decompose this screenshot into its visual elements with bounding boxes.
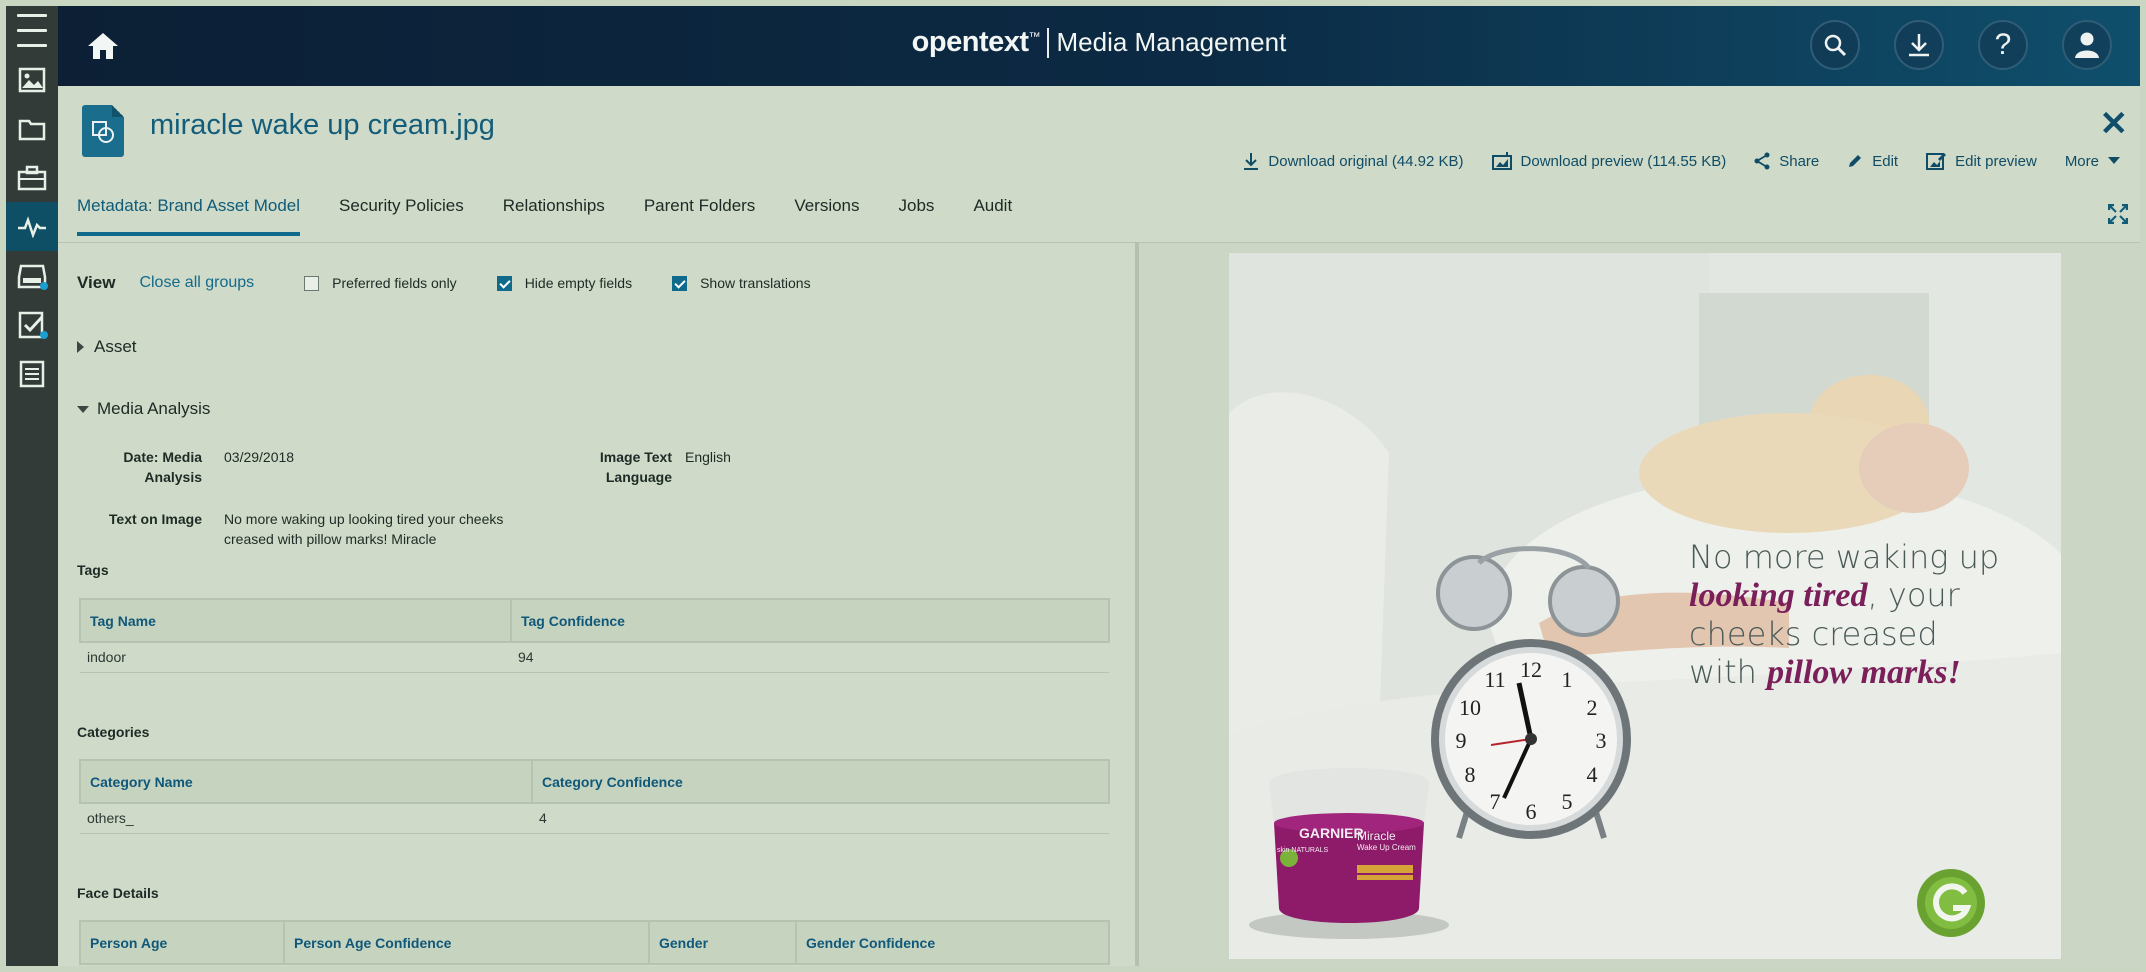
- jar-product-line2: Wake Up Cream: [1357, 843, 1416, 852]
- table-row: indoor 94: [80, 642, 1109, 673]
- ad-copy: No more waking up looking tired, your ch…: [1689, 538, 2000, 691]
- tab-jobs[interactable]: Jobs: [899, 196, 935, 236]
- svg-text:10: 10: [1459, 695, 1481, 720]
- column-header[interactable]: Tag Confidence: [510, 598, 1110, 643]
- svg-text:11: 11: [1484, 667, 1505, 692]
- tab-audit[interactable]: Audit: [973, 196, 1012, 236]
- download-icon: [1244, 153, 1259, 170]
- tab-security-policies[interactable]: Security Policies: [339, 196, 464, 236]
- preview-panel: 12 1 2 345 678 9 10 11 GARNIER skin NATU…: [1139, 242, 2140, 966]
- app-window: opentext™ Media Management ? miracle wake…: [6, 6, 2140, 966]
- download-original-button[interactable]: Download original (44.92 KB): [1243, 152, 1464, 170]
- field-value-language: English: [685, 449, 731, 465]
- svg-text:8: 8: [1465, 762, 1476, 787]
- download-icon[interactable]: [1894, 20, 1944, 70]
- field-label-language: Image Text Language: [599, 449, 672, 485]
- folder-icon[interactable]: [6, 104, 58, 153]
- list-icon[interactable]: [6, 349, 58, 398]
- svg-text:5: 5: [1562, 789, 1573, 814]
- svg-text:4: 4: [1587, 762, 1598, 787]
- face-details-title: Face Details: [77, 885, 159, 901]
- column-header[interactable]: Category Confidence: [531, 759, 1110, 804]
- asset-actions: Download original (44.92 KB) Download pr…: [1243, 152, 2120, 170]
- hide-empty-fields-checkbox[interactable]: Hide empty fields: [496, 275, 632, 291]
- svg-text:7: 7: [1490, 789, 1501, 814]
- metadata-panel: View Close all groups Preferred fields o…: [58, 242, 1135, 966]
- svg-text:9: 9: [1456, 728, 1467, 753]
- tab-versions[interactable]: Versions: [794, 196, 859, 236]
- show-translations-checkbox[interactable]: Show translations: [672, 275, 811, 291]
- tasks-icon[interactable]: [6, 300, 58, 349]
- product-name: Media Management: [1056, 27, 1287, 57]
- table-row: others_ 4: [80, 803, 1109, 834]
- svg-text:3: 3: [1596, 728, 1607, 753]
- column-header[interactable]: Person Age Confidence: [283, 920, 650, 965]
- asset-preview-image: 12 1 2 345 678 9 10 11 GARNIER skin NATU…: [1229, 253, 2061, 959]
- edit-preview-icon: [1926, 153, 1947, 170]
- field-value-text-on-image: No more waking up looking tired your che…: [224, 511, 504, 547]
- images-icon[interactable]: [6, 55, 58, 104]
- asset-type-icon: [82, 105, 124, 157]
- column-header[interactable]: Gender: [648, 920, 797, 965]
- briefcase-icon[interactable]: [6, 153, 58, 202]
- column-header[interactable]: Category Name: [79, 759, 533, 804]
- svg-text:12: 12: [1520, 657, 1542, 682]
- close-icon[interactable]: ✕: [2100, 104, 2129, 144]
- edit-button[interactable]: Edit: [1847, 153, 1898, 170]
- column-header[interactable]: Person Age: [79, 920, 285, 965]
- group-media-analysis-toggle[interactable]: Media Analysis: [77, 399, 210, 419]
- svg-text:6: 6: [1526, 799, 1537, 824]
- jar-subbrand: skin NATURALS: [1277, 847, 1329, 854]
- categories-table: Category Name Category Confidence others…: [79, 759, 1110, 834]
- group-asset-toggle[interactable]: Asset: [77, 337, 137, 357]
- jar-product: Miracle: [1357, 829, 1396, 843]
- share-button[interactable]: Share: [1754, 152, 1819, 170]
- tab-relationships[interactable]: Relationships: [503, 196, 605, 236]
- edit-preview-button[interactable]: Edit preview: [1926, 152, 2037, 170]
- fullscreen-icon[interactable]: [2107, 203, 2129, 229]
- face-details-table: Person Age Person Age Confidence Gender …: [79, 920, 1110, 965]
- asset-title: miracle wake up cream.jpg: [150, 109, 495, 141]
- notification-dot: [40, 331, 48, 339]
- brand-logo: opentext: [911, 26, 1029, 58]
- pencil-icon: [1849, 155, 1862, 167]
- help-icon[interactable]: ?: [1978, 20, 2028, 70]
- view-label: View: [77, 273, 116, 292]
- column-header[interactable]: Tag Name: [79, 598, 512, 643]
- notification-dot: [40, 282, 48, 290]
- tags-table: Tag Name Tag Confidence indoor 94: [79, 598, 1110, 673]
- download-preview-icon: [1491, 152, 1512, 170]
- caret-down-icon: [77, 405, 89, 413]
- field-label-date: Date: Media Analysis: [123, 449, 202, 485]
- inbox-icon[interactable]: [6, 251, 58, 300]
- download-preview-button[interactable]: Download preview (114.55 KB): [1491, 152, 1726, 170]
- jar-brand: GARNIER: [1299, 825, 1364, 841]
- menu-icon[interactable]: [6, 6, 58, 55]
- view-options: View Close all groups Preferred fields o…: [77, 273, 851, 293]
- categories-title: Categories: [77, 724, 150, 740]
- caret-right-icon: [77, 341, 84, 353]
- user-icon[interactable]: [2062, 20, 2112, 70]
- svg-text:2: 2: [1587, 695, 1598, 720]
- tab-metadata[interactable]: Metadata: Brand Asset Model: [77, 196, 301, 236]
- share-icon: [1754, 152, 1770, 170]
- chevron-down-icon: [2108, 157, 2120, 164]
- svg-text:1: 1: [1562, 667, 1573, 692]
- field-value-date: 03/29/2018: [224, 449, 295, 465]
- more-menu-button[interactable]: More: [2065, 153, 2120, 170]
- search-icon[interactable]: [1810, 20, 1860, 70]
- column-header[interactable]: Gender Confidence: [795, 920, 1110, 965]
- close-all-groups-link[interactable]: Close all groups: [139, 274, 254, 292]
- activity-icon[interactable]: [6, 202, 58, 251]
- tags-title: Tags: [77, 562, 109, 578]
- preferred-fields-checkbox[interactable]: Preferred fields only: [304, 275, 457, 291]
- top-bar: opentext™ Media Management ?: [58, 6, 2140, 86]
- field-label-text-on-image: Text on Image: [108, 511, 202, 527]
- left-rail: [6, 6, 58, 966]
- tab-parent-folders[interactable]: Parent Folders: [644, 196, 756, 236]
- tab-bar: Metadata: Brand Asset Model Security Pol…: [77, 196, 1012, 236]
